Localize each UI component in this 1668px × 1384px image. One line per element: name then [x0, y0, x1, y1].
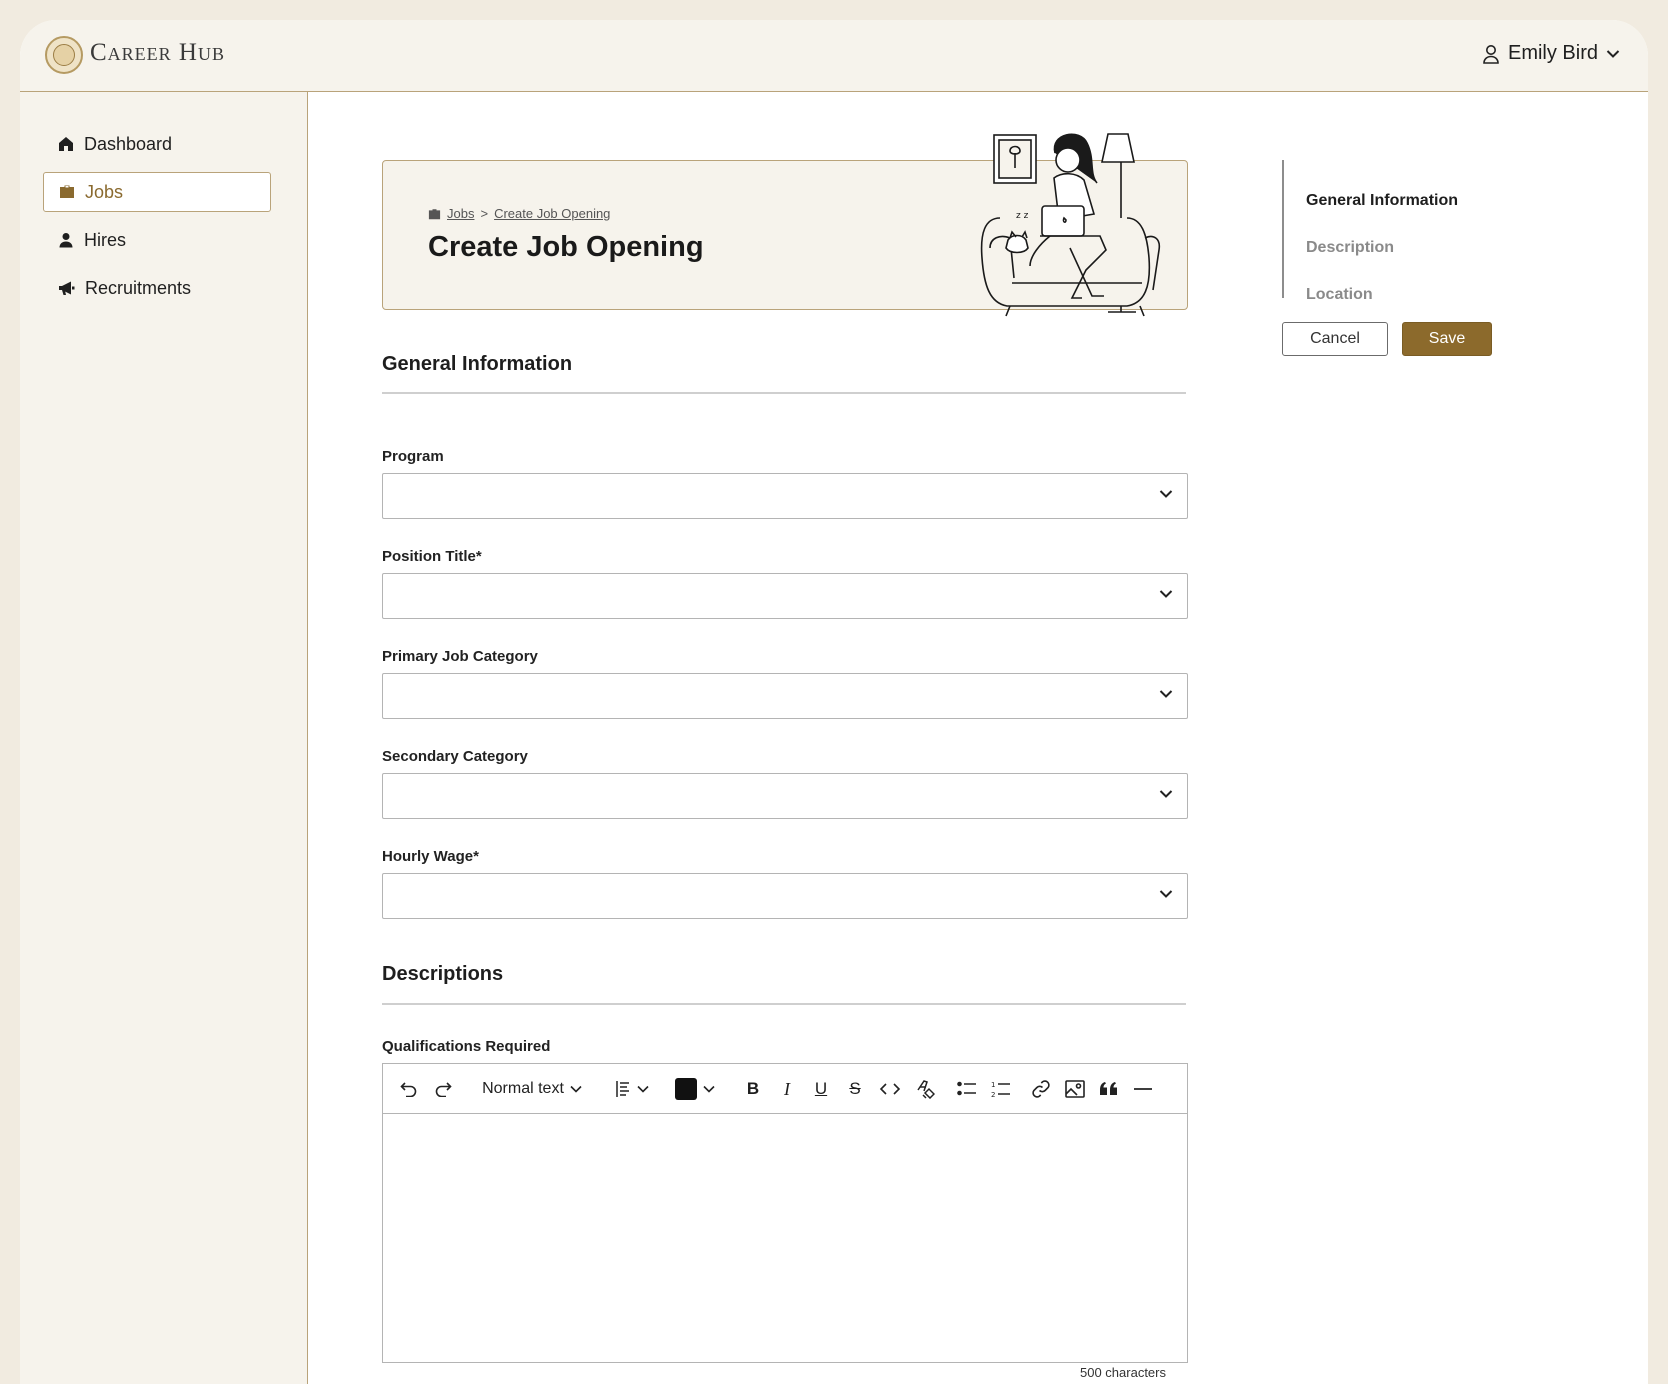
text-style-dropdown[interactable]: Normal text — [475, 1077, 589, 1101]
chevron-down-icon — [703, 1085, 715, 1093]
secondary-category-select[interactable] — [382, 773, 1188, 819]
bold-button[interactable]: B — [741, 1077, 765, 1101]
redo-button[interactable] — [431, 1077, 455, 1101]
quote-button[interactable] — [1097, 1077, 1121, 1101]
clear-format-icon — [917, 1080, 935, 1099]
code-button[interactable] — [877, 1077, 903, 1101]
top-bar: Career Hub Emily Bird — [20, 20, 1648, 92]
sidebar-item-label: Hires — [84, 229, 127, 250]
primary-category-label: Primary Job Category — [382, 648, 538, 665]
image-button[interactable] — [1063, 1077, 1087, 1101]
strikethrough-icon: S — [849, 1079, 861, 1098]
page-title: Create Job Opening — [428, 231, 704, 263]
chevron-down-icon — [1159, 690, 1173, 698]
text-color-swatch — [675, 1078, 697, 1100]
italic-icon: I — [784, 1078, 790, 1099]
section-title-descriptions: Descriptions — [382, 963, 504, 985]
position-title-label: Position Title* — [382, 548, 482, 565]
numbered-list-icon: 12 — [991, 1081, 1010, 1098]
woman-on-sofa-illustration: z z — [980, 133, 1161, 317]
chevron-down-icon — [1159, 590, 1173, 598]
svg-text:z z: z z — [1016, 211, 1029, 221]
home-icon — [59, 137, 73, 151]
sidebar-item-label: Jobs — [85, 181, 124, 202]
link-icon — [1032, 1080, 1050, 1098]
sidebar-item-dashboard[interactable]: Dashboard — [43, 124, 271, 164]
breadcrumb-jobs-link[interactable]: Jobs — [447, 206, 474, 221]
logo-icon — [45, 36, 83, 74]
section-nav-line — [1282, 160, 1284, 298]
chevron-down-icon — [1159, 790, 1173, 798]
user-icon — [1483, 44, 1499, 64]
hourly-wage-select[interactable] — [382, 873, 1188, 919]
chevron-down-icon — [1159, 490, 1173, 498]
save-button[interactable]: Save — [1402, 322, 1492, 356]
qualifications-label: Qualifications Required — [382, 1038, 551, 1055]
numbered-list-button[interactable]: 12 — [989, 1077, 1013, 1101]
breadcrumb-separator: > — [480, 206, 489, 221]
breadcrumb-current-link[interactable]: Create Job Opening — [494, 206, 610, 221]
section-divider — [382, 392, 1186, 394]
megaphone-icon — [59, 281, 75, 295]
briefcase-icon — [428, 208, 441, 219]
sidebar-item-label: Recruitments — [85, 277, 192, 298]
character-count: 500 characters — [1080, 1365, 1166, 1380]
code-icon — [879, 1083, 901, 1095]
clear-format-button[interactable] — [913, 1077, 937, 1101]
section-nav-location[interactable]: Location — [1306, 286, 1373, 304]
text-style-label: Normal text — [482, 1080, 564, 1097]
bullet-list-button[interactable] — [955, 1077, 979, 1101]
chevron-down-icon — [1159, 890, 1173, 898]
bold-icon: B — [746, 1079, 760, 1098]
breadcrumb: Jobs > Create Job Opening — [428, 206, 610, 221]
text-color-dropdown[interactable] — [673, 1077, 717, 1101]
program-label: Program — [382, 448, 444, 465]
chevron-down-icon — [1606, 49, 1620, 58]
section-divider — [382, 1003, 1186, 1005]
primary-category-select[interactable] — [382, 673, 1188, 719]
sidebar-item-hires[interactable]: Hires — [43, 220, 271, 260]
redo-icon — [435, 1082, 452, 1097]
alignment-dropdown[interactable] — [611, 1077, 653, 1101]
program-select[interactable] — [382, 473, 1188, 519]
user-menu[interactable]: Emily Bird — [1482, 42, 1620, 65]
svg-text:2: 2 — [991, 1091, 995, 1098]
horizontal-rule-button[interactable] — [1131, 1077, 1155, 1101]
editor-toolbar: Normal text B I U S 1 2 — [383, 1064, 1187, 1114]
quote-icon — [1100, 1082, 1117, 1095]
underline-button[interactable]: U — [809, 1077, 833, 1101]
horizontal-rule-icon — [1134, 1088, 1152, 1090]
italic-button[interactable]: I — [775, 1077, 799, 1101]
sidebar-item-recruitments[interactable]: Recruitments — [43, 268, 271, 308]
section-title-general: General Information — [382, 353, 573, 375]
sidebar-item-jobs[interactable]: Jobs — [43, 172, 271, 212]
bullet-list-icon — [957, 1081, 976, 1096]
brand-name: Career Hub — [90, 39, 225, 66]
qualifications-text-area[interactable] — [383, 1114, 1187, 1362]
underline-icon: U — [814, 1079, 828, 1098]
hourly-wage-label: Hourly Wage* — [382, 848, 479, 865]
sidebar-item-label: Dashboard — [84, 133, 173, 154]
link-button[interactable] — [1029, 1077, 1053, 1101]
svg-text:1: 1 — [991, 1081, 995, 1089]
image-icon — [1065, 1080, 1085, 1098]
person-icon — [59, 233, 73, 248]
briefcase-icon — [60, 185, 74, 198]
strikethrough-button[interactable]: S — [843, 1077, 867, 1101]
position-title-select[interactable] — [382, 573, 1188, 619]
chevron-down-icon — [570, 1085, 582, 1093]
user-name: Emily Bird — [1507, 42, 1598, 64]
qualifications-editor: Normal text B I U S 1 2 — [382, 1063, 1188, 1363]
section-nav-general[interactable]: General Information — [1306, 192, 1458, 210]
secondary-category-label: Secondary Category — [382, 748, 528, 765]
chevron-down-icon — [637, 1085, 649, 1093]
undo-icon — [400, 1082, 417, 1097]
cancel-button[interactable]: Cancel — [1282, 322, 1388, 356]
sidebar: Dashboard Jobs Hires Recruitments — [20, 92, 308, 1384]
align-left-icon — [616, 1081, 629, 1097]
undo-button[interactable] — [397, 1077, 421, 1101]
section-nav-description[interactable]: Description — [1306, 239, 1394, 257]
